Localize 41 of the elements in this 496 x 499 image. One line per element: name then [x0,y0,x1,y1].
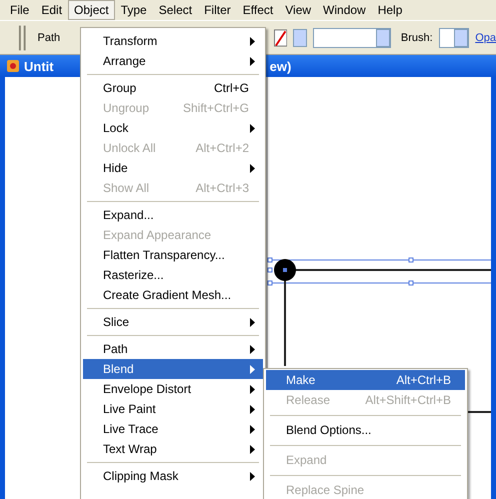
menu-item[interactable]: Path [83,339,263,359]
menu-item[interactable]: Make Alt+Ctrl+B [266,370,465,390]
menu-item[interactable]: Group Ctrl+G [83,78,263,98]
menu-item[interactable]: Arrange [83,51,263,71]
selected-path-drawing[interactable] [268,258,491,366]
menu-item[interactable]: Flatten Transparency... [83,245,263,265]
menu-item[interactable]: Slice [83,312,263,332]
menu-item[interactable]: Clipping Mask [83,466,263,486]
dropdown-button[interactable] [293,28,307,46]
stroke-none-icon[interactable] [274,28,288,48]
menu-item[interactable]: Lock [83,118,263,138]
menu-item[interactable]: Text Wrap [83,439,263,459]
menu-item[interactable]: Blend Options... [266,420,465,440]
menu-bar-item[interactable]: Object [68,0,115,20]
toolbar-grip-icon[interactable] [18,24,28,50]
menu-bar-item[interactable]: Window [317,0,372,20]
menu-bar-item[interactable]: Help [372,0,408,20]
menu-bar-item[interactable]: Effect [236,0,280,20]
menu-item[interactable]: Expand... [83,205,263,225]
menu-bar-item[interactable]: Type [114,0,153,20]
window-title: ew) [270,58,292,74]
path-label: Path [38,32,60,44]
menu-item[interactable]: Live Trace [83,419,263,439]
brush-field[interactable] [438,28,470,48]
menu-bar-item[interactable]: Select [152,0,198,20]
window-title: Untit [24,58,54,74]
stroke-weight-field[interactable] [312,28,391,48]
menu-item[interactable]: Create Gradient Mesh... [83,285,263,305]
menu-bar-item[interactable]: File [4,0,36,20]
menu-item[interactable]: Rasterize... [83,265,263,285]
menu-item[interactable]: Blend [83,359,263,379]
menu-item[interactable]: Envelope Distort [83,379,263,399]
menu-item[interactable]: Hide [83,158,263,178]
menu-bar-item[interactable]: View [279,0,318,20]
menu-item[interactable]: Live Paint [83,399,263,419]
menu-item[interactable]: Transform [83,31,263,51]
document-icon [6,59,20,73]
menu-bar-item[interactable]: Edit [35,0,68,20]
opacity-link[interactable]: Opa [475,32,496,44]
menu-bar-item[interactable]: Filter [198,0,237,20]
brush-label: Brush: [400,32,433,44]
